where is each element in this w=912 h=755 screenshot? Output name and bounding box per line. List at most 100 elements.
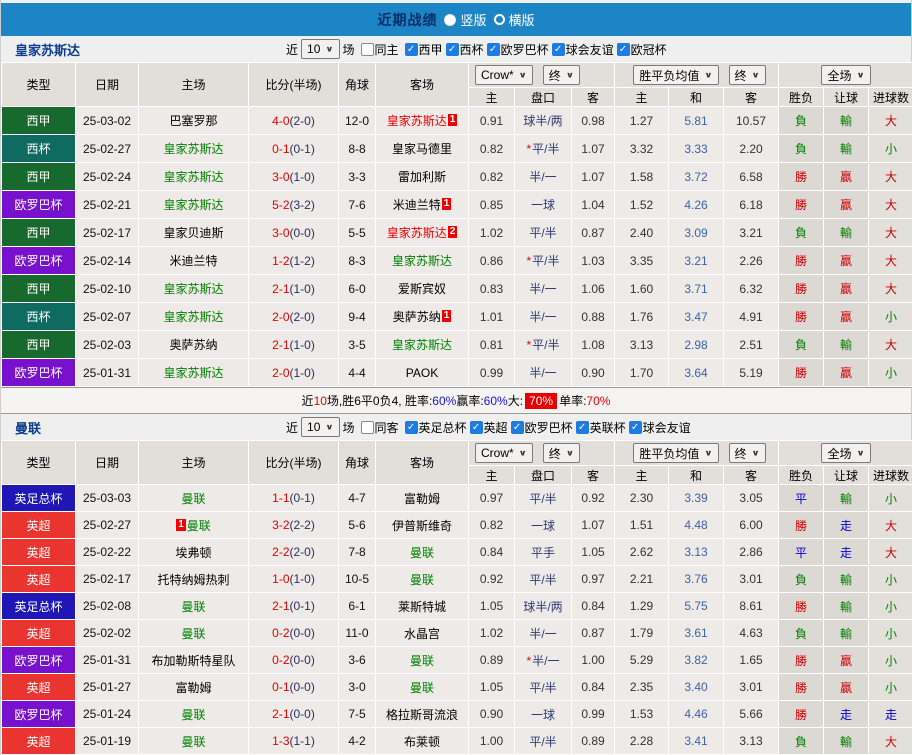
col-corner: 角球 — [339, 63, 376, 107]
league-filter[interactable]: ✓欧冠杯 — [617, 41, 667, 58]
radio-horizontal-label: 横版 — [509, 10, 535, 29]
red-card-badge: 1 — [448, 114, 458, 126]
home-team-cell[interactable]: 埃弗顿 — [139, 539, 249, 566]
league-filter[interactable]: ✓英足总杯 — [405, 419, 467, 436]
league-filter[interactable]: ✓欧罗巴杯 — [487, 41, 549, 58]
home-team-cell[interactable]: 托特纳姆热刺 — [139, 566, 249, 593]
avg-draw-cell: 3.47 — [669, 303, 724, 331]
radio-selected-icon[interactable] — [444, 14, 456, 26]
league-checkbox[interactable]: ✓ — [405, 421, 418, 434]
result-wdl-cell: 負 — [779, 566, 824, 593]
odds-source-select[interactable]: Crow*∨ — [475, 443, 533, 463]
home-team-cell[interactable]: 皇家苏斯达 — [139, 303, 249, 331]
league-filter[interactable]: ✓欧罗巴杯 — [511, 419, 573, 436]
away-team-cell[interactable]: 皇家苏斯达1 — [376, 107, 469, 135]
team-name: PAOK — [406, 366, 438, 380]
league-checkbox[interactable]: ✓ — [511, 421, 524, 434]
chevron-down-icon: ∨ — [752, 71, 760, 80]
league-filter[interactable]: ✓英联杯 — [576, 419, 626, 436]
chevron-down-icon: ∨ — [519, 449, 527, 458]
home-team-cell[interactable]: 奥萨苏纳 — [139, 331, 249, 359]
venue-checkbox[interactable] — [361, 421, 374, 434]
home-team-cell[interactable]: 曼联 — [139, 620, 249, 647]
avg-time-select[interactable]: 终∨ — [729, 443, 766, 463]
avg-home-cell: 1.29 — [615, 593, 669, 620]
home-team-cell[interactable]: 曼联 — [139, 728, 249, 755]
away-team-cell[interactable]: 莱斯特城 — [376, 593, 469, 620]
away-team-cell[interactable]: PAOK — [376, 359, 469, 387]
home-team-cell[interactable]: 皇家苏斯达 — [139, 275, 249, 303]
away-team-cell[interactable]: 皇家苏斯达 — [376, 331, 469, 359]
home-team-cell[interactable]: 皇家苏斯达 — [139, 135, 249, 163]
score-cell: 2-0(1-0) — [249, 359, 339, 387]
league-cell: 西甲 — [2, 107, 76, 135]
games-count-select[interactable]: 10 ∨ — [301, 417, 339, 437]
venue-filter[interactable]: 同主 — [361, 41, 399, 58]
league-filter[interactable]: ✓西杯 — [446, 41, 484, 58]
home-team-cell[interactable]: 皇家贝迪斯 — [139, 219, 249, 247]
odds-source-select[interactable]: Crow*∨ — [475, 65, 533, 85]
away-team-cell[interactable]: 曼联 — [376, 674, 469, 701]
games-count-select[interactable]: 10 ∨ — [301, 39, 339, 59]
avg-odds-select[interactable]: 胜平负均值∨ — [633, 443, 718, 463]
avg-time-select[interactable]: 终∨ — [729, 65, 766, 85]
league-checkbox[interactable]: ✓ — [470, 421, 483, 434]
venue-checkbox[interactable] — [361, 43, 374, 56]
team-name: 皇家苏斯达 — [392, 338, 452, 352]
league-checkbox[interactable]: ✓ — [446, 43, 459, 56]
league-checkbox[interactable]: ✓ — [576, 421, 589, 434]
away-team-cell[interactable]: 爱斯宾奴 — [376, 275, 469, 303]
fulltime-select[interactable]: 全场∨ — [821, 443, 870, 463]
venue-filter[interactable]: 同客 — [361, 419, 399, 436]
league-checkbox[interactable]: ✓ — [487, 43, 500, 56]
away-team-cell[interactable]: 奥萨苏纳1 — [376, 303, 469, 331]
odds-time-select[interactable]: 终∨ — [543, 65, 580, 85]
home-team-cell[interactable]: 曼联 — [139, 701, 249, 728]
fulltime-score: 0-1 — [272, 680, 289, 694]
away-team-cell[interactable]: 曼联 — [376, 539, 469, 566]
layout-radio-vertical[interactable]: 竖版 — [444, 10, 486, 29]
result-goals-cell: 小 — [869, 359, 912, 387]
league-filter[interactable]: ✓球会友谊 — [552, 41, 614, 58]
team-name: 奥萨苏纳 — [169, 338, 217, 352]
layout-radio-horizontal[interactable]: 横版 — [494, 10, 535, 29]
league-cell: 英超 — [2, 674, 76, 701]
avg-odds-select[interactable]: 胜平负均值∨ — [633, 65, 718, 85]
home-odds-cell: 1.00 — [469, 728, 515, 755]
home-team-cell[interactable]: 曼联 — [139, 593, 249, 620]
home-team-cell[interactable]: 米迪兰特 — [139, 247, 249, 275]
team-name: 布莱顿 — [404, 735, 440, 749]
league-filter[interactable]: ✓西甲 — [405, 41, 443, 58]
result-handicap-cell: 輸 — [824, 331, 869, 359]
home-team-cell[interactable]: 布加勒斯特星队 — [139, 647, 249, 674]
fulltime-select[interactable]: 全场∨ — [821, 65, 870, 85]
home-team-cell[interactable]: 皇家苏斯达 — [139, 359, 249, 387]
league-filter[interactable]: ✓英超 — [470, 419, 508, 436]
away-team-cell[interactable]: 皇家苏斯达 — [376, 247, 469, 275]
home-team-cell[interactable]: 曼联 — [139, 485, 249, 512]
away-team-cell[interactable]: 格拉斯哥流浪 — [376, 701, 469, 728]
away-team-cell[interactable]: 皇家马德里 — [376, 135, 469, 163]
home-team-cell[interactable]: 皇家苏斯达 — [139, 163, 249, 191]
away-team-cell[interactable]: 曼联 — [376, 647, 469, 674]
home-team-cell[interactable]: 富勒姆 — [139, 674, 249, 701]
away-team-cell[interactable]: 布莱顿 — [376, 728, 469, 755]
away-team-cell[interactable]: 曼联 — [376, 566, 469, 593]
league-checkbox[interactable]: ✓ — [405, 43, 418, 56]
league-checkbox[interactable]: ✓ — [629, 421, 642, 434]
league-checkbox[interactable]: ✓ — [617, 43, 630, 56]
away-team-cell[interactable]: 米迪兰特1 — [376, 191, 469, 219]
filters: 近 10 ∨ 场 同客 ✓英足总杯✓英超✓欧罗巴杯✓英联杯✓球会友谊 — [286, 417, 691, 437]
league-checkbox[interactable]: ✓ — [552, 43, 565, 56]
home-team-cell[interactable]: 巴塞罗那 — [139, 107, 249, 135]
league-filter[interactable]: ✓球会友谊 — [629, 419, 691, 436]
odds-time-select[interactable]: 终∨ — [543, 443, 580, 463]
home-team-cell[interactable]: 皇家苏斯达 — [139, 191, 249, 219]
radio-unselected-icon[interactable] — [494, 14, 505, 25]
away-team-cell[interactable]: 水晶宫 — [376, 620, 469, 647]
home-team-cell[interactable]: 1曼联 — [139, 512, 249, 539]
away-team-cell[interactable]: 伊普斯维奇 — [376, 512, 469, 539]
away-team-cell[interactable]: 皇家苏斯达2 — [376, 219, 469, 247]
away-team-cell[interactable]: 富勒姆 — [376, 485, 469, 512]
away-team-cell[interactable]: 雷加利斯 — [376, 163, 469, 191]
